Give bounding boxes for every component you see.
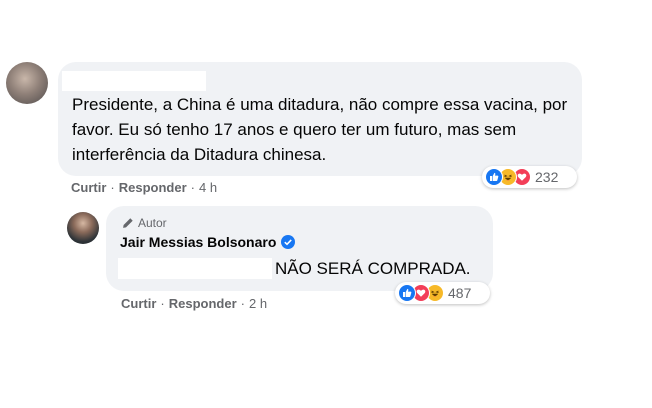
author-badge: Autor (122, 216, 167, 230)
verified-badge-icon (281, 235, 296, 249)
like-icon (485, 168, 503, 186)
reply-text: NÃO SERÁ COMPRADA. (275, 259, 471, 278)
reply-actions: Curtir · Responder · 2 h (121, 296, 268, 311)
comment-reactions[interactable]: 232 (482, 166, 577, 188)
author-avatar[interactable] (67, 212, 99, 244)
redacted-reply-text (118, 258, 272, 279)
author-name-row: Jair Messias Bolsonaro (120, 234, 296, 250)
comment-timestamp[interactable]: 4 h (199, 180, 217, 195)
redacted-commenter-name (62, 71, 206, 91)
like-icon (398, 284, 416, 302)
reply-reactions[interactable]: 487 (395, 282, 490, 304)
pencil-icon (122, 217, 134, 229)
reply-timestamp[interactable]: 2 h (249, 296, 267, 311)
reply-button[interactable]: Responder (169, 296, 237, 311)
author-badge-label: Autor (138, 216, 167, 230)
comment-reaction-count: 232 (535, 169, 559, 185)
reply-reaction-count: 487 (448, 285, 472, 301)
reply-button[interactable]: Responder (119, 180, 187, 195)
like-button[interactable]: Curtir (71, 180, 106, 195)
comment-text: Presidente, a China é uma ditadura, não … (72, 95, 568, 164)
like-button[interactable]: Curtir (121, 296, 156, 311)
comment-actions: Curtir · Responder · 4 h (71, 180, 218, 195)
commenter-avatar[interactable] (6, 62, 48, 104)
author-name[interactable]: Jair Messias Bolsonaro (120, 234, 276, 250)
